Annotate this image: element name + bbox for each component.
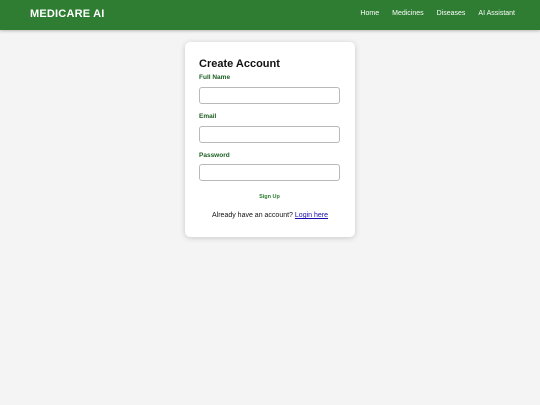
nav-link-medicines[interactable]: Medicines: [392, 10, 424, 17]
password-label: Password: [199, 152, 230, 159]
nav-link-home[interactable]: Home: [360, 10, 379, 17]
top-nav-bar: MEDICARE AI Home Medicines Diseases AI A…: [0, 0, 540, 30]
full-name-input[interactable]: [199, 87, 340, 104]
login-link[interactable]: Login here: [295, 212, 328, 219]
form-title: Create Account: [199, 58, 280, 70]
email-input[interactable]: [199, 126, 340, 143]
email-label: Email: [199, 113, 217, 120]
brand-logo[interactable]: MEDICARE AI: [30, 8, 105, 20]
login-prompt-line: Already have an account? Login here: [185, 212, 355, 219]
password-input[interactable]: [199, 164, 340, 181]
full-name-label: Full Name: [199, 74, 231, 81]
login-prompt-text: Already have an account?: [212, 212, 293, 219]
signup-card: Create Account Full Name Email Password …: [185, 42, 355, 237]
main-nav: Home Medicines Diseases AI Assistant: [360, 10, 515, 17]
sign-up-button[interactable]: Sign Up: [199, 190, 340, 204]
nav-link-diseases[interactable]: Diseases: [437, 10, 466, 17]
nav-link-ai-assistant[interactable]: AI Assistant: [478, 10, 515, 17]
